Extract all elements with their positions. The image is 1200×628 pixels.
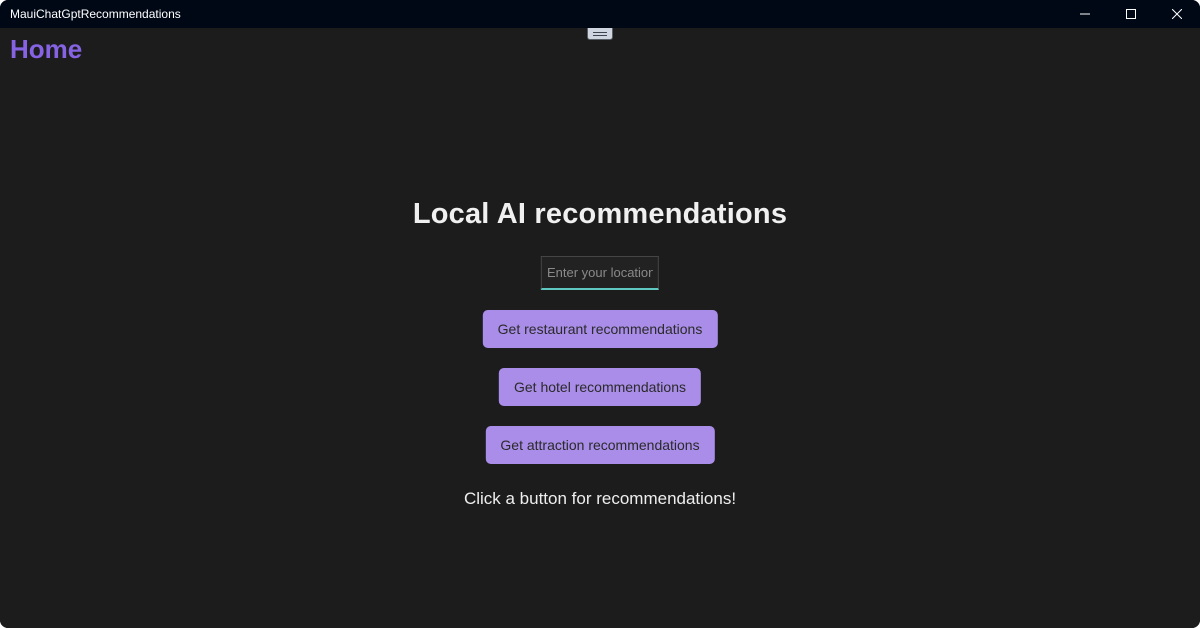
get-hotel-button[interactable]: Get hotel recommendations: [499, 368, 701, 406]
minimize-button[interactable]: [1062, 0, 1108, 28]
window-controls: [1062, 0, 1200, 28]
close-button[interactable]: [1154, 0, 1200, 28]
get-attraction-button[interactable]: Get attraction recommendations: [485, 426, 714, 464]
maximize-button[interactable]: [1108, 0, 1154, 28]
hamburger-line-icon: [593, 32, 607, 33]
main-heading: Local AI recommendations: [413, 198, 787, 231]
minimize-icon: [1080, 9, 1090, 19]
hint-text: Click a button for recommendations!: [464, 489, 736, 509]
location-input[interactable]: [541, 256, 659, 290]
hamburger-line-icon: [593, 35, 607, 36]
page-title: Home: [10, 34, 82, 65]
get-restaurant-button[interactable]: Get restaurant recommendations: [483, 310, 718, 348]
content-area: Home Local AI recommendations Get restau…: [0, 28, 1200, 628]
close-icon: [1172, 9, 1182, 19]
maximize-icon: [1126, 9, 1136, 19]
titlebar: MauiChatGptRecommendations: [0, 0, 1200, 28]
main-content: Local AI recommendations Get restaurant …: [413, 198, 787, 509]
window-title: MauiChatGptRecommendations: [10, 7, 181, 21]
app-window: MauiChatGptRecommendations Home Local AI…: [0, 0, 1200, 628]
debug-handle[interactable]: [587, 28, 613, 40]
